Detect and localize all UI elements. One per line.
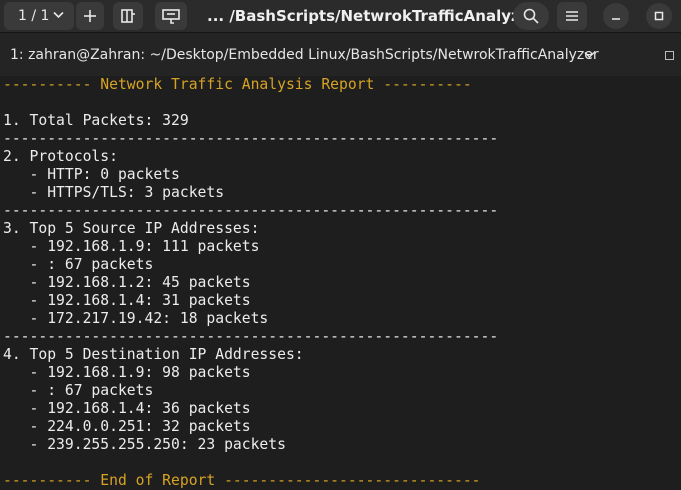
plus-icon <box>84 10 96 22</box>
tab-counter-label: 1 / 1 <box>18 8 50 24</box>
broadcast-input-button[interactable] <box>155 2 187 30</box>
broadcast-icon <box>162 9 180 24</box>
window-title: ... /BashScripts/NetwrokTrafficAnalyzer <box>207 7 538 25</box>
output-line: - : 67 packets <box>3 256 154 273</box>
hamburger-menu-icon <box>566 11 578 21</box>
terminal-output[interactable]: ---------- Network Traffic Analysis Repo… <box>0 76 681 490</box>
output-line: - 224.0.0.251: 32 packets <box>3 418 251 435</box>
report-header-line: ---------- Network Traffic Analysis Repo… <box>3 76 472 93</box>
total-packets-line: 1. Total Packets: 329 <box>3 112 189 129</box>
source-ip-heading: 3. Top 5 Source IP Addresses: <box>3 220 260 237</box>
output-line: - HTTP: 0 packets <box>3 166 180 183</box>
output-line: - 172.217.19.42: 18 packets <box>3 310 269 327</box>
tab-counter-button[interactable]: 1 / 1 <box>4 2 74 30</box>
tab-bar: 1: zahran@Zahran: ~/Desktop/Embedded Lin… <box>0 32 681 76</box>
separator-line: ----------------------------------------… <box>3 328 499 345</box>
output-line: - 192.168.1.9: 111 packets <box>3 238 260 255</box>
maximize-button[interactable] <box>646 3 672 29</box>
maximize-icon <box>654 11 664 21</box>
menu-button[interactable] <box>557 2 587 30</box>
separator-line: ----------------------------------------… <box>3 130 499 147</box>
output-line: - 192.168.1.2: 45 packets <box>3 274 251 291</box>
title-bar: 1 / 1 ... /BashScripts/NetwrokTrafficAna… <box>0 0 681 32</box>
tab-maximize-icon[interactable] <box>665 51 674 60</box>
protocols-heading: 2. Protocols: <box>3 148 118 165</box>
chevron-down-icon[interactable] <box>584 51 595 59</box>
output-line: - 192.168.1.4: 36 packets <box>3 400 251 417</box>
separator-line: ----------------------------------------… <box>3 202 499 219</box>
minimize-icon <box>612 18 620 20</box>
output-line: - 192.168.1.4: 31 packets <box>3 292 251 309</box>
output-line: - HTTPS/TLS: 3 packets <box>3 184 225 201</box>
search-icon <box>523 8 539 24</box>
output-line: - 192.168.1.9: 98 packets <box>3 364 251 381</box>
minimize-button[interactable] <box>603 3 629 29</box>
search-button[interactable] <box>513 2 549 30</box>
terminal-tab[interactable]: 1: zahran@Zahran: ~/Desktop/Embedded Lin… <box>10 33 599 77</box>
destination-ip-heading: 4. Top 5 Destination IP Addresses: <box>3 346 304 363</box>
chevron-down-icon <box>53 11 64 19</box>
output-line: - 239.255.255.250: 23 packets <box>3 436 286 453</box>
split-terminal-icon <box>121 9 135 23</box>
new-tab-button[interactable] <box>76 2 104 30</box>
output-line: - : 67 packets <box>3 382 154 399</box>
report-footer-line: ---------- End of Report ---------------… <box>3 472 481 489</box>
split-terminal-button[interactable] <box>113 2 143 30</box>
